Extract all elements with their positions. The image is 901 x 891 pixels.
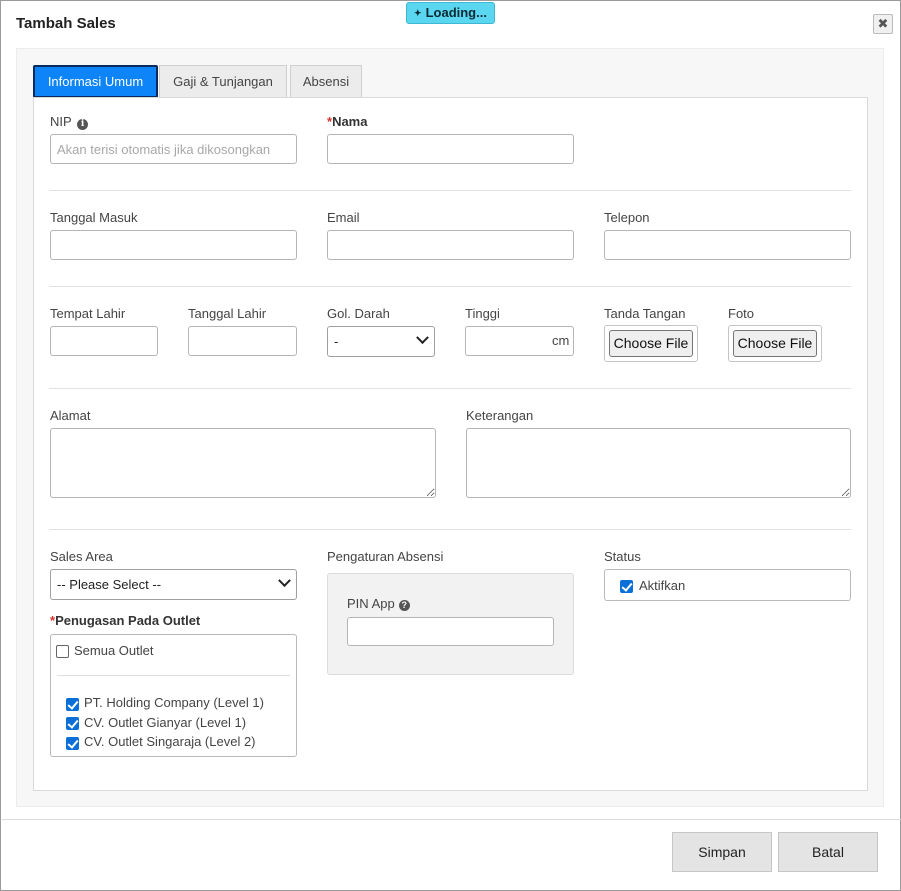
outlet-label: *Penugasan Pada Outlet [50, 613, 200, 628]
gol-darah-label: Gol. Darah [327, 306, 390, 321]
pin-app-label-text: PIN App [347, 596, 395, 611]
outlet-item-label: PT. Holding Company (Level 1) [84, 695, 264, 710]
divider [49, 190, 851, 191]
divider [49, 286, 851, 287]
nama-label: *Nama [327, 114, 367, 129]
chevron-down-icon [278, 574, 291, 588]
loading-text: Loading... [425, 5, 487, 20]
status-label: Status [604, 549, 641, 564]
loading-indicator: ✦ Loading... [406, 2, 495, 24]
outlet-checkbox-holding[interactable] [66, 698, 79, 711]
alamat-label: Alamat [50, 408, 91, 423]
tanda-tangan-file-input: Choose File [604, 325, 698, 362]
pin-app-input[interactable] [347, 617, 554, 646]
outlet-checkbox-singaraja[interactable] [66, 737, 79, 750]
cancel-button[interactable]: Batal [778, 832, 878, 872]
sales-area-label: Sales Area [50, 549, 113, 564]
keterangan-label: Keterangan [466, 408, 534, 423]
add-sales-dialog: Tambah Sales ✦ Loading... ✖ Informasi Umu… [0, 0, 901, 891]
semua-outlet-label: Semua Outlet [74, 643, 154, 658]
info-icon: i [77, 119, 89, 130]
question-circle-icon: ? [398, 600, 410, 611]
tanda-tangan-label: Tanda Tangan [604, 306, 686, 321]
email-field[interactable] [327, 230, 574, 260]
telepon-label: Telepon [604, 210, 650, 225]
divider [57, 675, 290, 676]
tanda-tangan-choose-file-button[interactable]: Choose File [609, 330, 693, 357]
nama-input[interactable] [327, 134, 574, 164]
tinggi-unit: cm [552, 333, 570, 348]
tanggal-lahir-label: Tanggal Lahir [188, 306, 267, 321]
outlet-item-label: CV. Outlet Singaraja (Level 2) [84, 734, 256, 749]
nip-input[interactable] [50, 134, 297, 164]
pengaturan-absensi-label: Pengaturan Absensi [327, 549, 444, 564]
chevron-down-icon [416, 331, 429, 345]
foto-file-input: Choose File [728, 325, 822, 362]
divider [49, 529, 851, 530]
nama-label-text: Nama [332, 114, 368, 129]
telepon-input[interactable] [604, 230, 851, 260]
outlet-label-text: Penugasan Pada Outlet [55, 613, 201, 628]
tanggal-masuk-input[interactable] [50, 230, 297, 260]
tab-gaji-tunjangan[interactable]: Gaji & Tunjangan [159, 65, 287, 98]
aktifkan-label: Aktifkan [639, 578, 686, 593]
gol-darah-selected: - [334, 334, 339, 349]
tempat-lahir-label: Tempat Lahir [50, 306, 126, 321]
email-label: Email [327, 210, 360, 225]
gol-darah-select[interactable]: - [327, 326, 435, 357]
nip-label-text: NIP [50, 114, 72, 129]
sales-area-selected: -- Please Select -- [57, 577, 162, 592]
tab-absensi[interactable]: Absensi [290, 65, 362, 98]
alamat-textarea[interactable] [50, 428, 436, 498]
semua-outlet-checkbox[interactable] [56, 645, 69, 658]
close-icon[interactable]: ✖ [873, 14, 893, 34]
tab-informasi-umum[interactable]: Informasi Umum [33, 65, 158, 98]
save-button[interactable]: Simpan [672, 832, 772, 872]
sales-area-select[interactable]: -- Please Select -- [50, 569, 297, 600]
foto-label: Foto [728, 306, 755, 321]
divider [49, 388, 851, 389]
footer-divider [2, 819, 901, 820]
nip-label: NIP i [50, 114, 89, 130]
tanggal-lahir-input[interactable] [188, 326, 297, 356]
dialog-title: Tambah Sales [16, 15, 116, 32]
foto-choose-file-button[interactable]: Choose File [733, 330, 817, 357]
tinggi-label: Tinggi [465, 306, 500, 321]
keterangan-textarea[interactable] [466, 428, 851, 498]
pin-app-label: PIN App? [347, 596, 410, 611]
sparkle-icon: ✦ [414, 8, 422, 18]
outlet-item-label: CV. Outlet Gianyar (Level 1) [84, 715, 247, 730]
aktifkan-checkbox[interactable] [620, 580, 633, 593]
outlet-checkbox-gianyar[interactable] [66, 717, 79, 730]
tempat-lahir-input[interactable] [50, 326, 158, 356]
tanggal-masuk-label: Tanggal Masuk [50, 210, 138, 225]
